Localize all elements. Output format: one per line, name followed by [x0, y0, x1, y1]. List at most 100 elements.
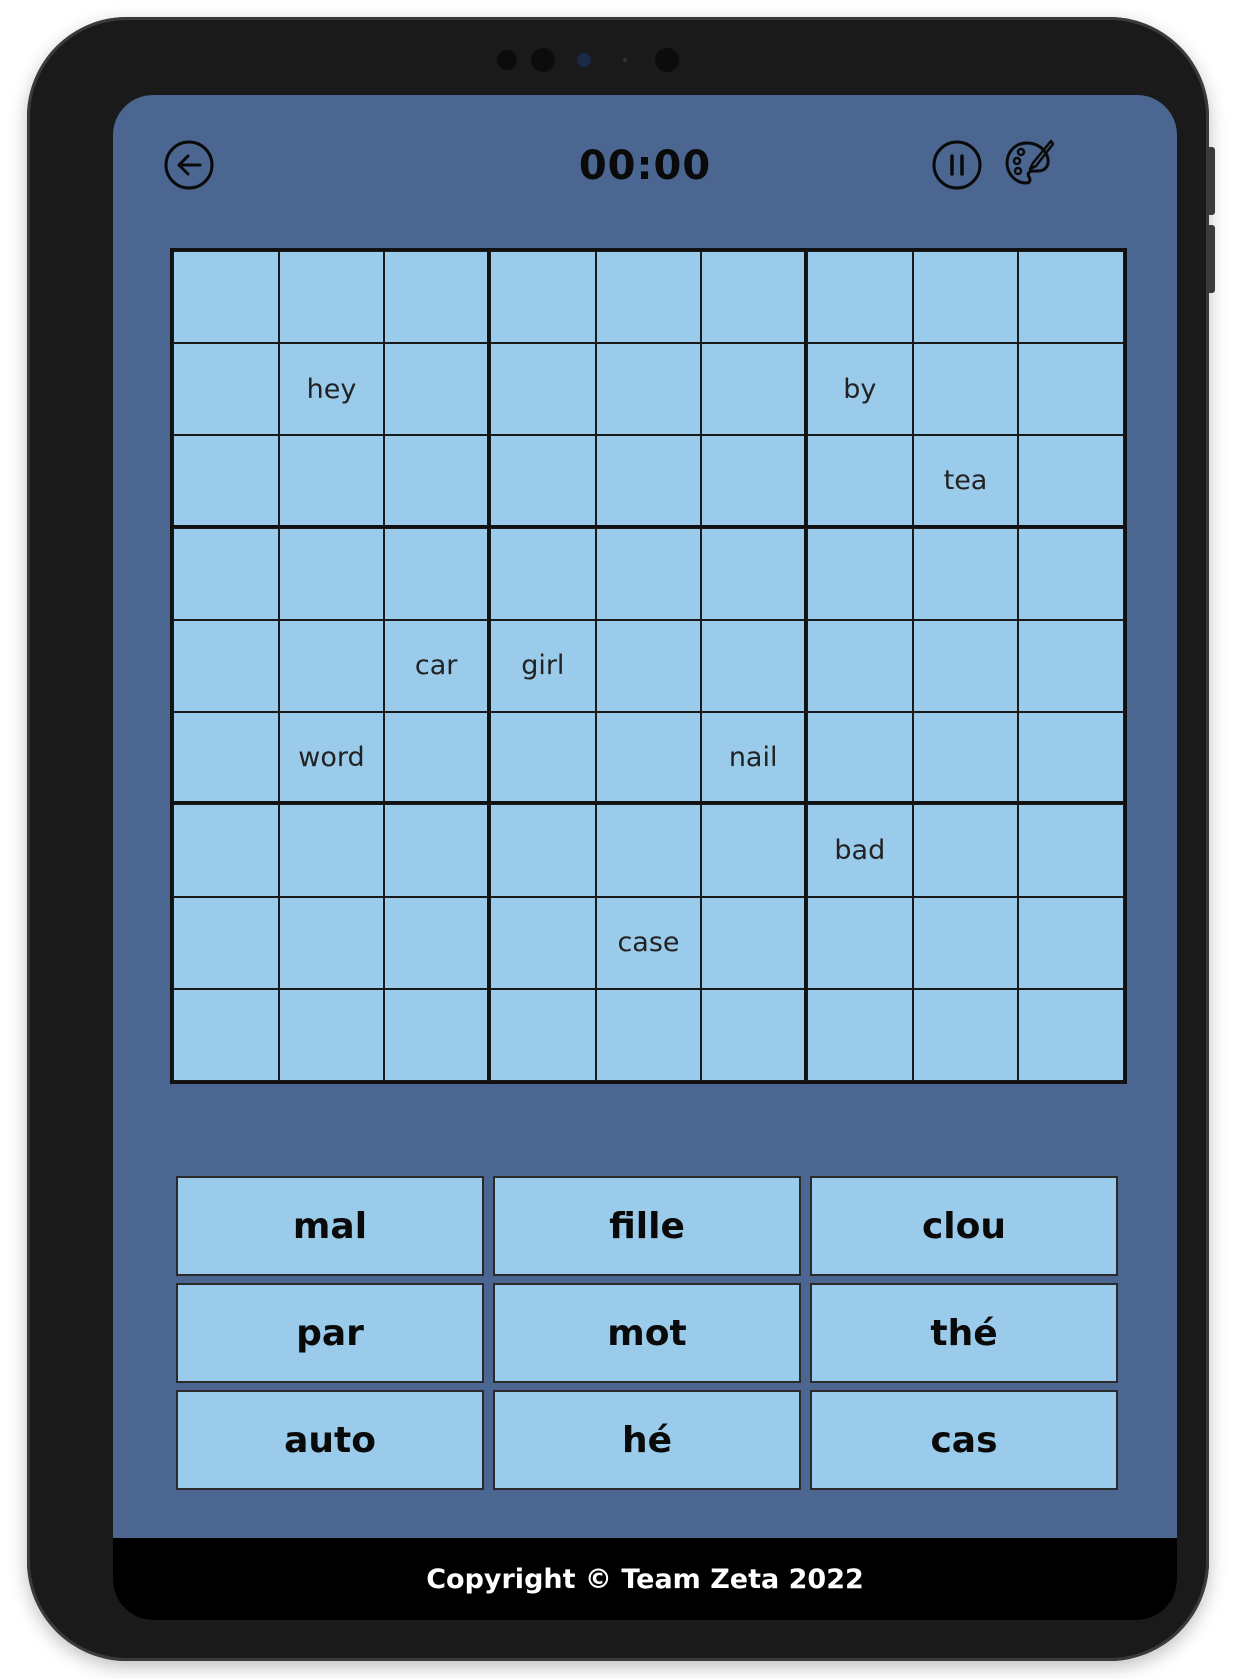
- board-cell[interactable]: [489, 804, 596, 897]
- app-screen: 00:00 hey by tea car girl word nail bad case: [113, 95, 1177, 1620]
- sensor-dot: [655, 48, 679, 72]
- camera-lens: [577, 53, 591, 67]
- board-cell[interactable]: tea: [912, 435, 1019, 528]
- board-cell[interactable]: [173, 343, 279, 436]
- word-option-button[interactable]: mot: [493, 1283, 801, 1383]
- board-cell[interactable]: case: [595, 896, 702, 989]
- word-option-button[interactable]: thé: [810, 1283, 1118, 1383]
- board-cell[interactable]: girl: [489, 619, 596, 713]
- board-cell[interactable]: [912, 896, 1019, 989]
- word-option-button[interactable]: fille: [493, 1176, 801, 1276]
- board-cell[interactable]: hey: [278, 343, 385, 436]
- word-option-button[interactable]: mal: [176, 1176, 484, 1276]
- board-cell[interactable]: [912, 712, 1019, 805]
- word-option-button[interactable]: auto: [176, 1390, 484, 1490]
- board-cell[interactable]: [595, 619, 702, 713]
- board-cell[interactable]: word: [278, 712, 385, 805]
- board-cell[interactable]: [384, 343, 490, 436]
- sensor-dot: [623, 58, 627, 62]
- board-cell[interactable]: [912, 527, 1019, 620]
- board-cell[interactable]: [278, 527, 385, 620]
- board-cell[interactable]: [173, 251, 279, 344]
- board-cell[interactable]: [173, 712, 279, 805]
- board-cell[interactable]: [489, 527, 596, 620]
- word-option-button[interactable]: clou: [810, 1176, 1118, 1276]
- board-cell[interactable]: [701, 988, 807, 1081]
- board-cell[interactable]: [806, 896, 913, 989]
- board-cell[interactable]: [489, 896, 596, 989]
- board-cell[interactable]: [701, 343, 807, 436]
- board-cell[interactable]: [489, 435, 596, 528]
- board-cell[interactable]: [912, 804, 1019, 897]
- board-cell[interactable]: [384, 435, 490, 528]
- board-cell[interactable]: [1018, 251, 1124, 344]
- board-cell[interactable]: [701, 251, 807, 344]
- board-cell[interactable]: [806, 435, 913, 528]
- board-cell[interactable]: [806, 527, 913, 620]
- board-cell[interactable]: [912, 251, 1019, 344]
- board-cell[interactable]: [806, 712, 913, 805]
- board-cell[interactable]: car: [384, 619, 490, 713]
- board-cell[interactable]: [806, 988, 913, 1081]
- board-cell[interactable]: [1018, 435, 1124, 528]
- board-cell[interactable]: [384, 712, 490, 805]
- theme-button[interactable]: [1003, 137, 1055, 189]
- word-option-button[interactable]: cas: [810, 1390, 1118, 1490]
- board-cell[interactable]: [173, 804, 279, 897]
- board-cell[interactable]: [806, 619, 913, 713]
- board-cell[interactable]: [1018, 527, 1124, 620]
- board-cell[interactable]: [384, 896, 490, 989]
- board-cell[interactable]: [1018, 804, 1124, 897]
- board-cell[interactable]: [701, 435, 807, 528]
- board-cell[interactable]: [595, 527, 702, 620]
- board-cell[interactable]: [489, 988, 596, 1081]
- board-cell[interactable]: [278, 251, 385, 344]
- board-cell[interactable]: [1018, 619, 1124, 713]
- board-cell[interactable]: [384, 527, 490, 620]
- board-cell[interactable]: [701, 896, 807, 989]
- pause-button[interactable]: [931, 139, 983, 191]
- board-cell[interactable]: [278, 896, 385, 989]
- board-cell[interactable]: [912, 988, 1019, 1081]
- board-cell[interactable]: [1018, 343, 1124, 436]
- board-cell[interactable]: by: [806, 343, 913, 436]
- board-cell[interactable]: [912, 619, 1019, 713]
- board-cell[interactable]: [489, 343, 596, 436]
- copyright-text: Copyright © Team Zeta 2022: [426, 1563, 864, 1595]
- board-cell[interactable]: [595, 712, 702, 805]
- board-cell[interactable]: bad: [806, 804, 913, 897]
- word-option-button[interactable]: par: [176, 1283, 484, 1383]
- board-cell[interactable]: [384, 251, 490, 344]
- board-cell[interactable]: nail: [701, 712, 807, 805]
- camera-bar: [497, 47, 747, 75]
- board-cell[interactable]: [173, 896, 279, 989]
- board-cell[interactable]: [701, 619, 807, 713]
- board-cell[interactable]: [384, 804, 490, 897]
- board-cell[interactable]: [1018, 712, 1124, 805]
- word-option-button[interactable]: hé: [493, 1390, 801, 1490]
- board-cell[interactable]: [806, 251, 913, 344]
- board-cell[interactable]: [595, 804, 702, 897]
- tablet-frame: 00:00 hey by tea car girl word nail bad case: [27, 17, 1215, 1661]
- board-cell[interactable]: [1018, 988, 1124, 1081]
- board-cell[interactable]: [1018, 896, 1124, 989]
- board-cell[interactable]: [595, 988, 702, 1081]
- board-cell[interactable]: [489, 712, 596, 805]
- board-cell[interactable]: [489, 251, 596, 344]
- board-cell[interactable]: [595, 343, 702, 436]
- board-cell[interactable]: [595, 251, 702, 344]
- board-cell[interactable]: [278, 804, 385, 897]
- board-cell[interactable]: [173, 988, 279, 1081]
- board-cell[interactable]: [701, 527, 807, 620]
- board-cell[interactable]: [278, 619, 385, 713]
- board-cell[interactable]: [912, 343, 1019, 436]
- board-cell[interactable]: [278, 988, 385, 1081]
- board-cell[interactable]: [384, 988, 490, 1081]
- board-cell[interactable]: [595, 435, 702, 528]
- board-cell[interactable]: [701, 804, 807, 897]
- word-bank: mal fille clou par mot thé auto hé cas: [176, 1176, 1119, 1490]
- board-cell[interactable]: [173, 435, 279, 528]
- board-cell[interactable]: [278, 435, 385, 528]
- board-cell[interactable]: [173, 527, 279, 620]
- board-cell[interactable]: [173, 619, 279, 713]
